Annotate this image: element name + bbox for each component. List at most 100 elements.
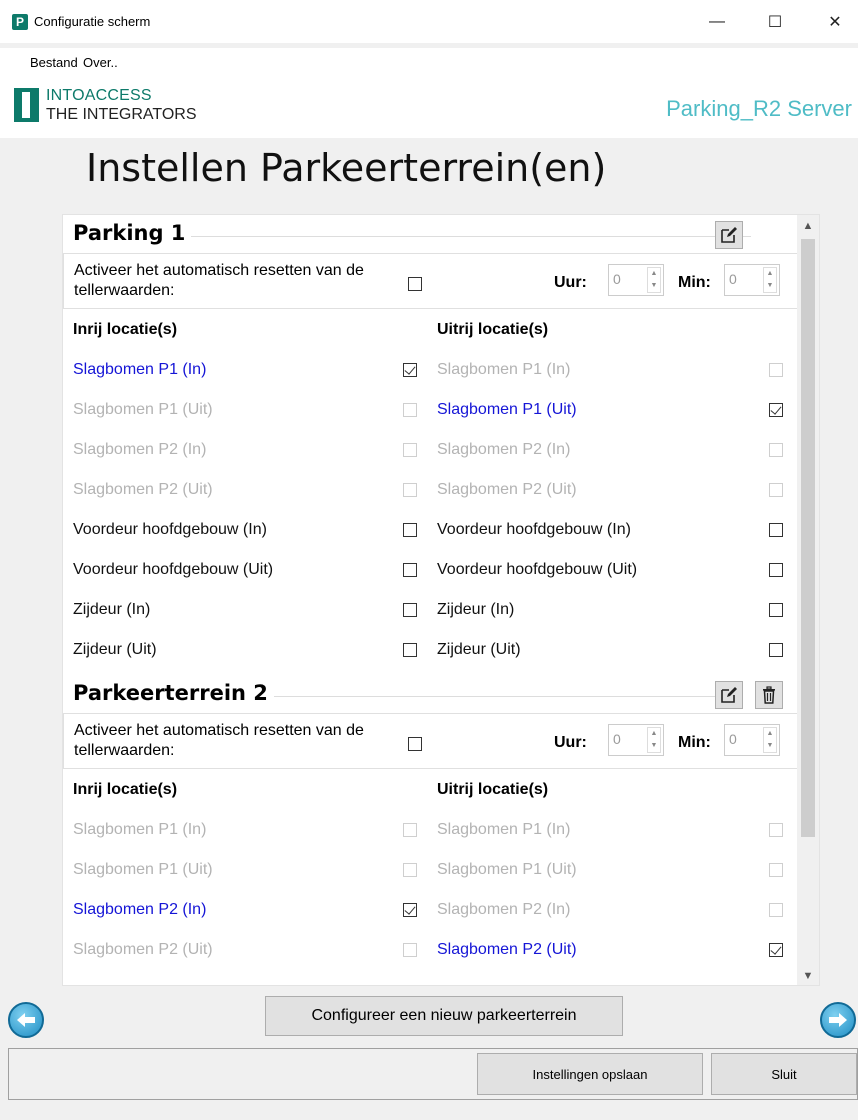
menu-item-over[interactable]: Over..: [83, 55, 118, 70]
uur-label: Uur:: [554, 274, 587, 291]
parkings-scroll-panel[interactable]: Parking 1 Activeer het automatisch reset…: [62, 214, 820, 986]
entry-location-checkbox[interactable]: [403, 363, 417, 377]
exit-location-label: Voordeur hoofdgebouw (In): [437, 521, 631, 538]
exit-location-checkbox[interactable]: [769, 943, 783, 957]
scroll-up-icon[interactable]: ▲: [797, 215, 819, 237]
entry-location-label: Slagbomen P2 (Uit): [73, 941, 213, 958]
parking-name: Parking 1: [73, 221, 192, 245]
min-spinner[interactable]: 0 ▲ ▼: [724, 724, 780, 756]
minimize-button[interactable]: —: [694, 0, 740, 44]
spinner-arrows-icon[interactable]: ▲ ▼: [647, 267, 661, 293]
entry-location-checkbox[interactable]: [403, 863, 417, 877]
exit-location-label: Slagbomen P2 (Uit): [437, 481, 577, 498]
logo-text-line2: THE INTEGRATORS: [46, 106, 197, 123]
page-title: Instellen Parkeerterrein(en): [86, 146, 607, 190]
reset-checkbox[interactable]: [408, 737, 422, 751]
exit-location-label: Slagbomen P1 (In): [437, 821, 571, 838]
entry-location-label: Slagbomen P1 (Uit): [73, 401, 213, 418]
status-bar: [0, 1100, 858, 1120]
exit-location-checkbox[interactable]: [769, 643, 783, 657]
reset-checkbox[interactable]: [408, 277, 422, 291]
entry-location-label: Zijdeur (In): [73, 601, 151, 618]
vertical-scrollbar[interactable]: ▲ ▼: [797, 215, 819, 985]
spinner-arrows-icon[interactable]: ▲ ▼: [647, 727, 661, 753]
scrollbar-thumb[interactable]: [801, 239, 815, 837]
uur-value: 0: [613, 731, 621, 747]
min-label: Min:: [678, 274, 711, 291]
inrij-column-header: Inrij locatie(s): [73, 781, 178, 798]
entry-location-label: Slagbomen P1 (In): [73, 821, 207, 838]
exit-location-label: Slagbomen P2 (Uit): [437, 941, 577, 958]
exit-location-checkbox[interactable]: [769, 903, 783, 917]
entry-location-label: Zijdeur (Uit): [73, 641, 157, 658]
entry-location-checkbox[interactable]: [403, 523, 417, 537]
arrow-left-icon[interactable]: [8, 1002, 44, 1038]
uur-spinner[interactable]: 0 ▲ ▼: [608, 264, 664, 296]
menu-bar: Bestand Over..: [0, 48, 858, 78]
exit-location-label: Slagbomen P2 (In): [437, 441, 571, 458]
close-button[interactable]: Sluit: [711, 1053, 857, 1095]
entry-location-checkbox[interactable]: [403, 483, 417, 497]
brand-header: INTOACCESS THE INTEGRATORS Parking_R2 Se…: [0, 78, 858, 138]
exit-location-checkbox[interactable]: [769, 603, 783, 617]
parking-block: Parking 1 Activeer het automatisch reset…: [63, 215, 799, 681]
exit-location-label: Slagbomen P1 (Uit): [437, 861, 577, 878]
entry-location-checkbox[interactable]: [403, 403, 417, 417]
footer-bar: Instellingen opslaan Sluit: [8, 1048, 858, 1100]
save-settings-button[interactable]: Instellingen opslaan: [477, 1053, 703, 1095]
entry-location-checkbox[interactable]: [403, 643, 417, 657]
reset-settings-row: Activeer het automatisch resetten van de…: [63, 253, 799, 309]
min-value: 0: [729, 271, 737, 287]
min-label: Min:: [678, 734, 711, 751]
exit-location-checkbox[interactable]: [769, 483, 783, 497]
exit-location-label: Zijdeur (In): [437, 601, 515, 618]
exit-location-checkbox[interactable]: [769, 403, 783, 417]
entry-location-checkbox[interactable]: [403, 823, 417, 837]
exit-location-checkbox[interactable]: [769, 823, 783, 837]
entry-location-checkbox[interactable]: [403, 943, 417, 957]
parking-block: Parkeerterrein 2 Activeer het automatisc…: [63, 675, 799, 981]
exit-location-checkbox[interactable]: [769, 443, 783, 457]
exit-location-checkbox[interactable]: [769, 863, 783, 877]
exit-location-label: Slagbomen P1 (In): [437, 361, 571, 378]
exit-location-checkbox[interactable]: [769, 563, 783, 577]
arrow-right-icon[interactable]: [820, 1002, 856, 1038]
entry-location-checkbox[interactable]: [403, 903, 417, 917]
uur-label: Uur:: [554, 734, 587, 751]
entry-location-label: Slagbomen P1 (Uit): [73, 861, 213, 878]
spinner-arrows-icon[interactable]: ▲ ▼: [763, 267, 777, 293]
uur-value: 0: [613, 271, 621, 287]
entry-location-label: Slagbomen P2 (In): [73, 901, 207, 918]
uitrij-column-header: Uitrij locatie(s): [437, 321, 549, 338]
maximize-button[interactable]: ☐: [752, 0, 798, 44]
entry-location-label: Slagbomen P2 (In): [73, 441, 207, 458]
inrij-column-header: Inrij locatie(s): [73, 321, 178, 338]
entry-location-checkbox[interactable]: [403, 443, 417, 457]
exit-location-label: Zijdeur (Uit): [437, 641, 521, 658]
min-spinner[interactable]: 0 ▲ ▼: [724, 264, 780, 296]
entry-location-checkbox[interactable]: [403, 603, 417, 617]
new-parking-button[interactable]: Configureer een nieuw parkeerterrein: [265, 996, 623, 1036]
reset-label: Activeer het automatisch resetten van de…: [74, 722, 364, 759]
uur-spinner[interactable]: 0 ▲ ▼: [608, 724, 664, 756]
entry-location-label: Slagbomen P2 (Uit): [73, 481, 213, 498]
edit-icon[interactable]: [715, 681, 743, 709]
close-window-button[interactable]: ✕: [812, 0, 858, 44]
menu-item-bestand[interactable]: Bestand: [30, 55, 78, 70]
app-icon: P: [12, 14, 28, 30]
reset-label: Activeer het automatisch resetten van de…: [74, 262, 364, 299]
entry-location-checkbox[interactable]: [403, 563, 417, 577]
entry-location-label: Voordeur hoofdgebouw (In): [73, 521, 267, 538]
spinner-arrows-icon[interactable]: ▲ ▼: [763, 727, 777, 753]
exit-location-checkbox[interactable]: [769, 523, 783, 537]
min-value: 0: [729, 731, 737, 747]
scroll-down-icon[interactable]: ▼: [797, 965, 819, 985]
title-bar: P Configuratie scherm — ☐ ✕: [0, 0, 858, 44]
parking-name: Parkeerterrein 2: [73, 681, 274, 705]
logo-icon: [14, 88, 39, 122]
logo-text-line1: INTOACCESS: [46, 87, 152, 104]
trash-icon[interactable]: [755, 681, 783, 709]
exit-location-label: Slagbomen P2 (In): [437, 901, 571, 918]
exit-location-checkbox[interactable]: [769, 363, 783, 377]
edit-icon[interactable]: [715, 221, 743, 249]
